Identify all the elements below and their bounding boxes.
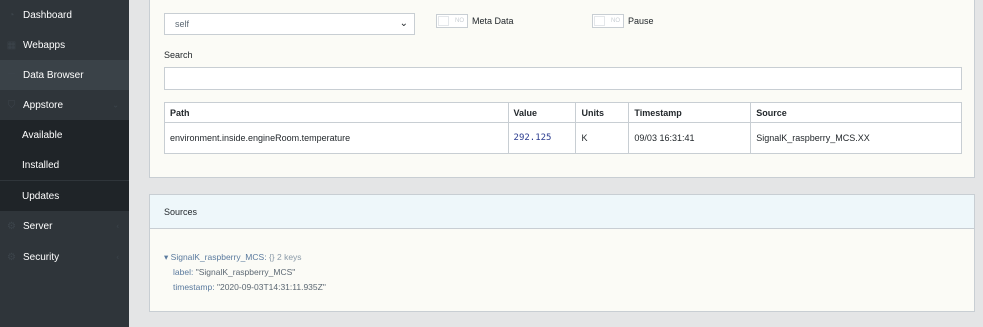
caret-down-icon: ▾ [164,252,169,262]
sidebar-subitem-installed[interactable]: Installed [0,150,129,180]
cart-icon: ⛉ [7,99,16,111]
toggle-knob [594,16,605,26]
sidebar-subitem-label: Updates [22,190,60,202]
context-select[interactable]: self ⌄ [164,13,415,35]
column-header-timestamp: Timestamp [628,102,752,123]
cell-timestamp: 09/03 16:31:41 [628,122,752,154]
pause-toggle[interactable]: NO [592,14,624,28]
sidebar: ◔ Dashboard ▦ Webapps ▭ Data Browser ⛉ A… [0,0,129,327]
folder-icon: ▭ [6,69,17,81]
gear-icon: ⚙ [7,251,16,263]
context-select-value: self [175,19,190,29]
cell-units: K [575,122,630,154]
sources-tree: ▾ SignalK_raspberry_MCS: {} 2 keys label… [164,250,326,295]
grid-icon: ▦ [6,39,17,51]
data-table: Path Value Units Timestamp Source enviro… [164,102,962,154]
cell-value: 292.125 [507,122,577,154]
column-header-source: Source [750,102,962,123]
chevron-down-icon: ⌄ [399,18,408,29]
sidebar-item-label: Appstore [23,99,64,111]
sidebar-item-label: Webapps [23,39,66,51]
sidebar-item-data-browser[interactable]: ▭ Data Browser [0,60,129,90]
tree-field-row: label: "SignalK_raspberry_MCS" [164,265,326,280]
sidebar-item-security[interactable]: ⚙ Security ‹ [0,242,129,272]
gear-icon: ⚙ [7,220,16,232]
tree-field-key: label: [173,267,194,277]
chevron-down-icon: ⌄ [112,100,119,110]
tree-root-meta: {} 2 keys [268,252,302,262]
sidebar-item-webapps[interactable]: ▦ Webapps [0,30,129,60]
sources-title: Sources [164,206,198,217]
main-content: self ⌄ NO Meta Data NO Pause Search Path… [129,0,983,327]
chevron-left-icon: ‹ [116,252,119,262]
cell-path: environment.inside.engineRoom.temperatur… [164,122,509,154]
tree-field-value: "SignalK_raspberry_MCS" [195,267,296,277]
tree-field-row: timestamp: "2020-09-03T14:31:11.935Z" [164,280,326,295]
meta-data-toggle[interactable]: NO [436,14,468,28]
speedometer-icon: ◔ [8,9,15,21]
tree-root-key: SignalK_raspberry_MCS: [170,252,267,262]
sidebar-subitem-updates[interactable]: Updates [0,181,129,211]
sidebar-item-server[interactable]: ⚙ Server ‹ [0,211,129,241]
sidebar-item-label: Data Browser [23,69,84,81]
sidebar-item-label: Dashboard [23,9,72,21]
meta-data-label: Meta Data [472,16,514,26]
sidebar-subitem-label: Available [22,129,63,141]
pause-label: Pause [628,16,654,26]
tree-root-row[interactable]: ▾ SignalK_raspberry_MCS: {} 2 keys [164,250,326,265]
sources-card-header: Sources [150,195,974,229]
tree-field-value: "2020-09-03T14:31:11.935Z" [216,282,326,292]
search-input[interactable] [164,67,962,90]
column-header-units: Units [575,102,630,123]
toggle-knob [438,16,449,26]
data-browser-card: self ⌄ NO Meta Data NO Pause Search Path… [149,0,975,178]
column-header-value: Value [507,102,577,123]
toggle-state: NO [455,18,464,24]
tree-field-key: timestamp: [173,282,215,292]
sidebar-item-dashboard[interactable]: ◔ Dashboard [0,0,129,30]
toggle-state: NO [611,18,620,24]
sidebar-item-appstore[interactable]: ⛉ Appstore ⌄ [0,90,129,120]
sidebar-subitem-label: Installed [22,159,60,171]
table-row: environment.inside.engineRoom.temperatur… [164,122,962,154]
sidebar-item-label: Server [23,220,53,232]
search-label: Search [164,50,193,60]
sidebar-item-label: Security [23,251,60,263]
sources-card: Sources ▾ SignalK_raspberry_MCS: {} 2 ke… [149,194,975,312]
cell-source: SignalK_raspberry_MCS.XX [750,122,962,154]
sidebar-subitem-available[interactable]: Available [0,120,129,150]
chevron-left-icon: ‹ [116,221,119,231]
table-header-row: Path Value Units Timestamp Source [164,102,962,123]
column-header-path: Path [164,102,509,123]
